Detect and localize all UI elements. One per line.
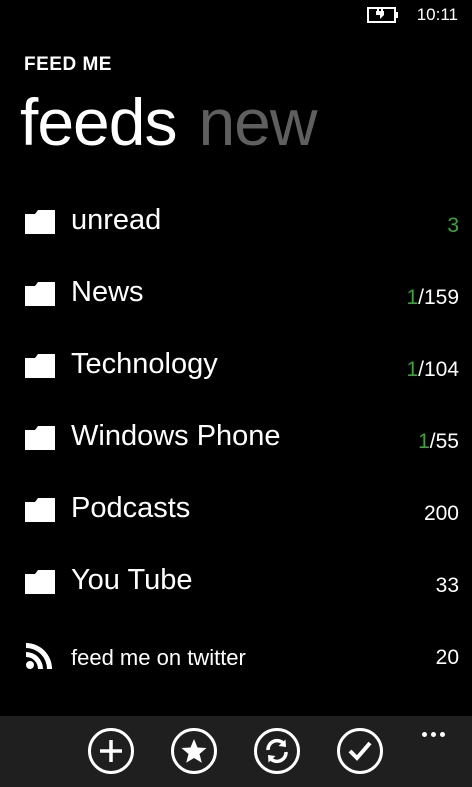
feed-count: 200 [423, 502, 459, 525]
feed-unread-count: 1 [406, 358, 419, 381]
feed-count: 1/55 [418, 428, 459, 456]
folder-icon [25, 282, 55, 306]
add-icon [100, 740, 122, 762]
feed-count: 33 [435, 574, 459, 597]
folder-icon [25, 210, 55, 234]
feed-label: You Tube [71, 564, 193, 596]
feed-count: 1/159 [406, 284, 459, 312]
folder-icon [25, 570, 55, 594]
feed-label: Windows Phone [71, 420, 281, 452]
status-bar: 10:11 [0, 0, 472, 32]
refresh-icon [266, 738, 288, 764]
feed-label: Podcasts [71, 492, 191, 524]
app-title: FEED ME [24, 54, 112, 75]
feed-total-count: /55 [429, 430, 459, 453]
feed-label: News [71, 276, 144, 308]
rss-icon [26, 643, 52, 669]
folder-icon [25, 354, 55, 378]
feed-total-count: /159 [418, 286, 459, 309]
feed-item-technology[interactable]: Technology 1/104 [0, 330, 472, 402]
feed-item-windows-phone[interactable]: Windows Phone 1/55 [0, 402, 472, 474]
feed-item-news[interactable]: News 1/159 [0, 258, 472, 330]
mark-read-button[interactable] [337, 728, 383, 774]
clock: 10:11 [416, 5, 458, 24]
feed-label: feed me on twitter [71, 645, 246, 670]
feed-item-twitter[interactable]: feed me on twitter 20 [0, 618, 472, 690]
folder-icon [25, 426, 55, 450]
star-icon [181, 739, 207, 763]
battery-charging-icon [367, 7, 398, 23]
feed-list: unread 3 News 1/159 Technology 1/104 Win… [0, 186, 472, 690]
refresh-button[interactable] [254, 728, 300, 774]
check-icon [348, 741, 372, 761]
feed-unread-count: 1 [406, 286, 419, 309]
feed-count: 1/104 [406, 356, 459, 384]
feed-total-count: /104 [418, 358, 459, 381]
folder-icon [25, 498, 55, 522]
feed-label: unread [71, 204, 162, 236]
favorite-button[interactable] [171, 728, 217, 774]
feed-item-podcasts[interactable]: Podcasts 200 [0, 474, 472, 546]
feed-unread-count: 1 [418, 430, 430, 453]
add-button[interactable] [88, 728, 134, 774]
pivot-header: feeds new [20, 82, 339, 162]
feed-count: 20 [435, 646, 459, 669]
tab-feeds[interactable]: feeds [20, 82, 177, 162]
feed-item-unread[interactable]: unread 3 [0, 186, 472, 258]
feed-item-youtube[interactable]: You Tube 33 [0, 546, 472, 618]
feed-count: 3 [447, 214, 459, 237]
more-icon[interactable] [422, 724, 450, 737]
app-bar [0, 716, 472, 787]
tab-new[interactable]: new [198, 82, 317, 162]
feed-label: Technology [71, 348, 218, 380]
